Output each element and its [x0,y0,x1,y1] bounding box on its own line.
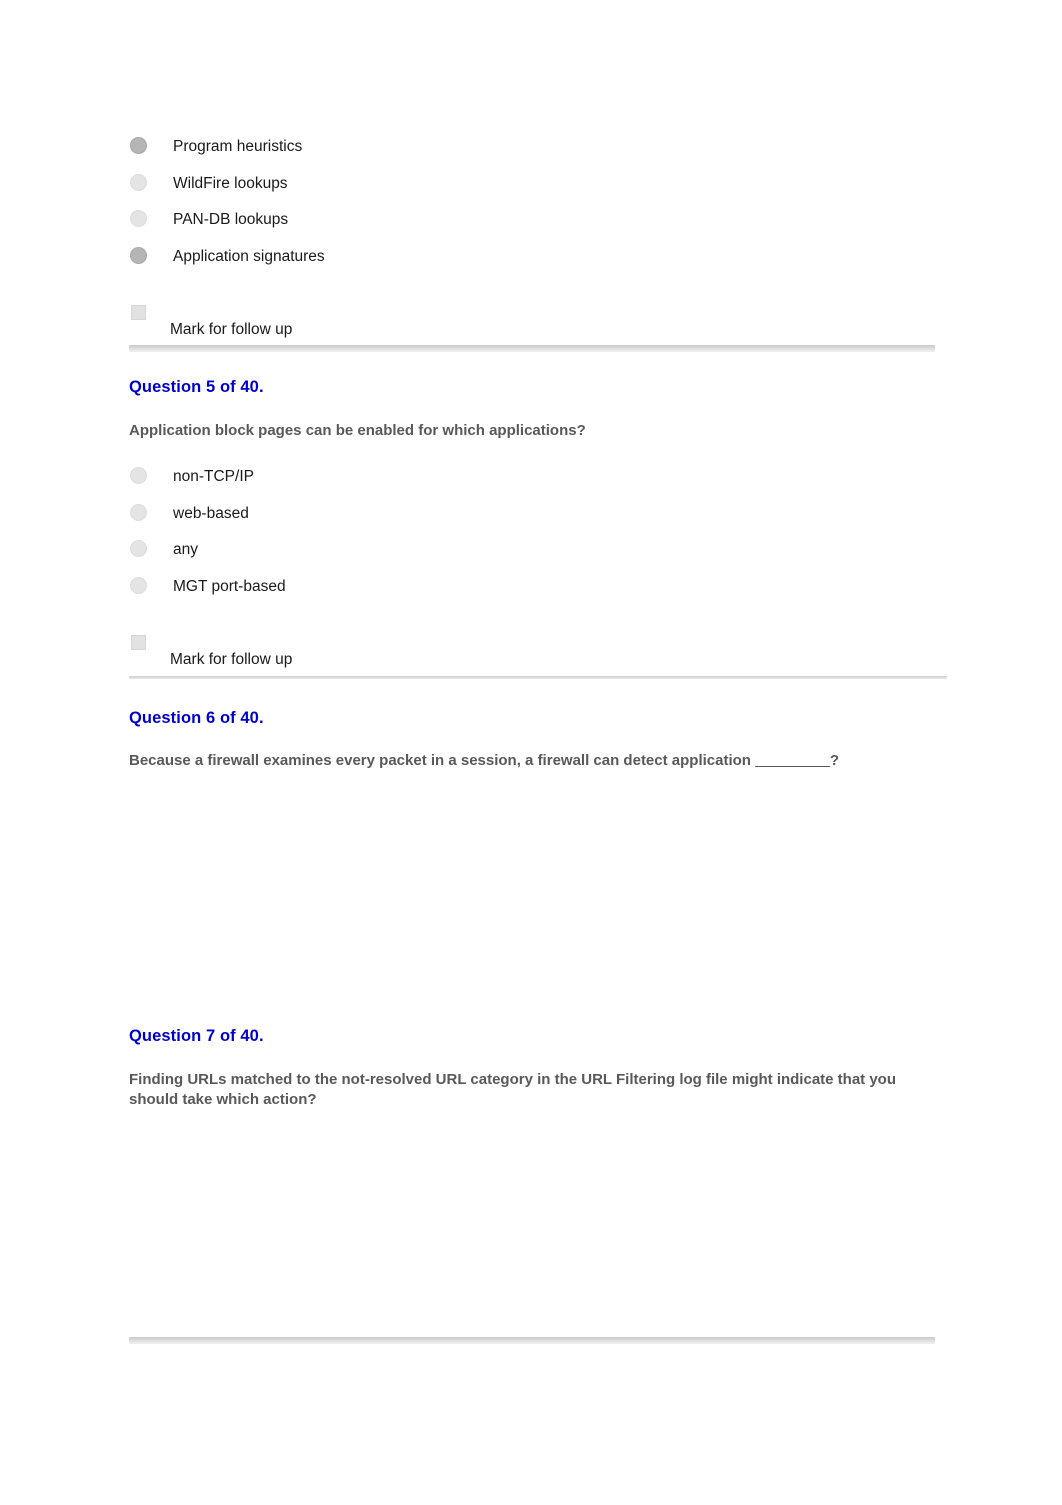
question-4-options: Program heuristics WildFire lookups PAN-… [129,130,949,274]
question-6-prompt-blank: ________ [755,752,830,769]
option-label: non-TCP/IP [173,468,254,485]
option-row[interactable]: WildFire lookups [129,166,949,202]
option-label: Program heuristics [173,138,303,155]
document-page: Program heuristics WildFire lookups PAN-… [0,0,1062,1505]
mark-for-follow-up-checkbox[interactable] [131,635,146,650]
question-5-prompt: Application block pages can be enabled f… [129,422,586,439]
option-row[interactable]: Application signatures [129,238,949,274]
mark-for-follow-up-checkbox[interactable] [131,305,146,320]
section-divider [129,1337,935,1344]
section-divider [129,676,947,679]
option-label: any [173,541,198,558]
option-label: web-based [173,505,249,522]
question-6-heading: Question 6 of 40. [129,709,264,727]
radio-option-3[interactable] [130,540,147,557]
radio-option-1[interactable] [130,467,147,484]
radio-option-1[interactable] [130,137,147,154]
question-6-prompt-suffix: ? [829,752,840,769]
mark-for-follow-up-label: Mark for follow up [170,321,293,338]
question-5-heading: Question 5 of 40. [129,378,264,396]
question-6-prompt: Because a firewall examines every packet… [129,751,929,771]
radio-option-3[interactable] [130,210,147,227]
option-row[interactable]: Program heuristics [129,130,949,166]
radio-option-4[interactable] [130,247,147,264]
section-divider [129,345,935,352]
option-label: PAN-DB lookups [173,211,289,228]
radio-option-2[interactable] [130,504,147,521]
question-6-prompt-prefix: Because a firewall examines every packet… [129,752,756,769]
question-7-heading: Question 7 of 40. [129,1027,264,1045]
radio-option-2[interactable] [130,174,147,191]
option-label: Application signatures [173,248,325,265]
mark-for-follow-up-label: Mark for follow up [170,651,293,668]
option-row[interactable]: PAN-DB lookups [129,202,949,238]
option-label: MGT port-based [173,578,286,595]
question-7-prompt: Finding URLs matched to the not-resolved… [129,1071,896,1108]
radio-option-4[interactable] [130,577,147,594]
option-label: WildFire lookups [173,175,288,192]
